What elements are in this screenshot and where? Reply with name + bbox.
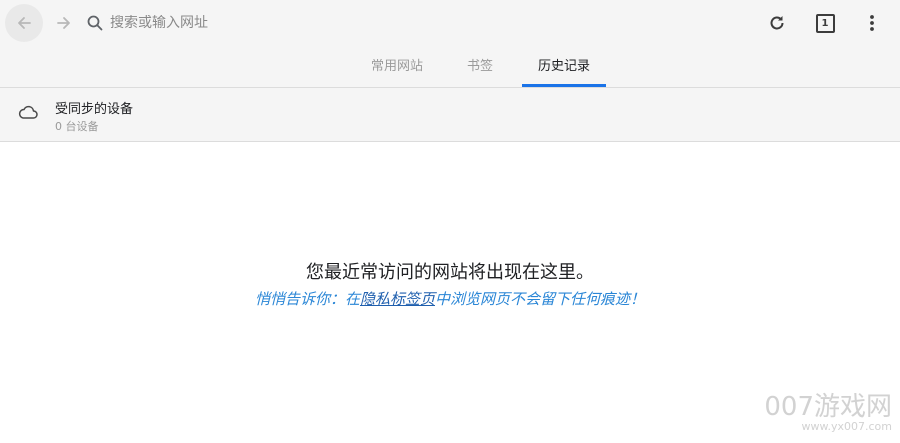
tab-label: 书签 [466,59,493,74]
private-tab-tip: 悄悄告诉你：在隐私标签页中浏览网页不会留下任何痕迹！ [0,288,900,309]
browser-toolbar: 1 [0,0,900,46]
forward-button[interactable] [45,4,83,42]
tab-bar: 常用网站 书签 历史记录 [0,46,900,88]
synced-devices-title: 受同步的设备 [55,102,134,117]
synced-devices-count: 0 台设备 [55,120,99,133]
more-vert-icon [870,15,874,31]
watermark-logo: 007游戏网 [764,392,892,422]
empty-state-title: 您最近常访问的网站将出现在这里。 [306,262,594,283]
arrow-right-icon [57,17,70,29]
tip-text-before: 悄悄告诉你：在 [254,290,360,308]
address-bar[interactable] [86,8,586,38]
tab-bookmarks[interactable]: 书签 [443,46,517,87]
cloud-icon [18,105,38,119]
tab-label: 历史记录 [537,59,590,74]
back-button[interactable] [5,4,43,42]
search-input[interactable] [110,15,550,31]
private-tab-link[interactable]: 隐私标签页 [360,290,435,308]
synced-devices-row[interactable]: 受同步的设备 0 台设备 [0,88,900,142]
watermark-url: www.yx007.com [801,420,892,433]
reload-icon [770,16,784,30]
tip-text-after: 中浏览网页不会留下任何痕迹！ [435,290,646,308]
tab-frequent-sites[interactable]: 常用网站 [352,46,442,87]
tab-history[interactable]: 历史记录 [522,46,606,87]
menu-button[interactable] [857,8,887,38]
active-tab-indicator [522,84,606,87]
reload-button[interactable] [762,8,792,38]
tab-count: 1 [815,13,835,33]
search-icon [87,15,103,31]
tab-label: 常用网站 [370,59,423,74]
arrow-left-icon [18,17,31,29]
tab-switcher-button[interactable]: 1 [810,8,840,38]
